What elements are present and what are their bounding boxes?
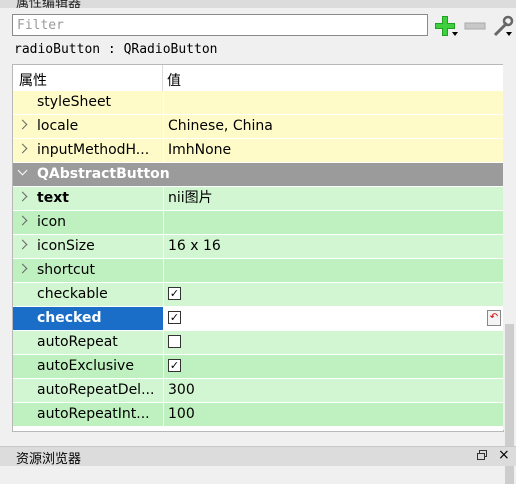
property-value[interactable] <box>163 259 503 282</box>
checkable-checkbox[interactable]: ✓ <box>168 287 181 300</box>
property-name: autoExclusive <box>13 355 163 378</box>
property-row-checked[interactable]: checked ✓ ↶ <box>13 307 503 331</box>
property-row-autoexclusive[interactable]: autoExclusive ✓ <box>13 355 503 379</box>
property-name: autoRepeat <box>13 331 163 354</box>
configure-button[interactable] <box>490 12 516 40</box>
property-row-checkable[interactable]: checkable ✓ <box>13 283 503 307</box>
checked-checkbox[interactable]: ✓ <box>168 311 181 324</box>
section-qabstractbutton[interactable]: QAbstractButton <box>13 163 503 187</box>
property-row-shortcut[interactable]: shortcut <box>13 259 503 283</box>
chevron-down-icon[interactable] <box>17 165 28 176</box>
property-row-autorepeat[interactable]: autoRepeat <box>13 331 503 355</box>
property-row-icon[interactable]: icon <box>13 211 503 235</box>
panel-titlebar: 属性编辑器 <box>0 0 516 8</box>
property-value[interactable] <box>163 211 503 234</box>
property-name: styleSheet <box>13 91 163 114</box>
header-property[interactable]: 属性 <box>19 70 47 90</box>
property-value[interactable]: Chinese, China <box>163 115 503 138</box>
property-name: locale <box>37 118 79 134</box>
vertical-scrollbar[interactable] <box>503 64 516 484</box>
filter-input[interactable] <box>12 14 428 36</box>
dropdown-arrow-icon <box>452 32 458 36</box>
property-name: shortcut <box>37 262 96 278</box>
property-row-inputmethodhints[interactable]: inputMethodH... ImhNone <box>13 139 503 163</box>
autoexclusive-checkbox[interactable]: ✓ <box>168 359 181 372</box>
property-name: text <box>37 190 69 206</box>
property-name: autoRepeatDel... <box>13 379 163 402</box>
reset-property-button[interactable]: ↶ <box>487 310 501 326</box>
chevron-right-icon[interactable] <box>17 143 28 154</box>
property-value[interactable]: 16 x 16 <box>163 235 503 258</box>
dock-title: 资源浏览器 <box>16 452 82 467</box>
property-value[interactable]: 100 <box>163 403 503 426</box>
header-value[interactable]: 值 <box>167 70 181 90</box>
float-icon[interactable] <box>477 450 487 460</box>
autorepeat-checkbox[interactable] <box>168 335 181 348</box>
reset-icon: ↶ <box>489 312 499 323</box>
property-value[interactable] <box>163 91 503 114</box>
chevron-right-icon[interactable] <box>17 191 28 202</box>
remove-property-button[interactable] <box>462 12 488 40</box>
property-name: checked <box>13 307 163 330</box>
dropdown-arrow-icon <box>506 32 512 36</box>
add-property-button[interactable] <box>430 12 460 40</box>
property-name: icon <box>37 214 67 230</box>
property-name: iconSize <box>37 238 95 254</box>
resource-browser-dock: 资源浏览器 × <box>0 446 516 467</box>
panel-title: 属性编辑器 <box>16 0 82 8</box>
chevron-right-icon[interactable] <box>17 239 28 250</box>
property-name: autoRepeatInt... <box>13 403 163 426</box>
property-row-stylesheet[interactable]: styleSheet <box>13 91 503 115</box>
property-row-iconsize[interactable]: iconSize 16 x 16 <box>13 235 503 259</box>
property-value[interactable]: 300 <box>163 379 503 402</box>
minus-icon <box>464 22 486 30</box>
property-name: inputMethodH... <box>37 142 150 158</box>
chevron-right-icon[interactable] <box>17 119 28 130</box>
close-icon[interactable]: × <box>498 447 510 463</box>
property-name: checkable <box>13 283 163 306</box>
grid-header: 属性 值 <box>13 65 503 92</box>
property-grid: 属性 值 styleSheet locale Chinese, China in… <box>12 64 504 432</box>
property-row-locale[interactable]: locale Chinese, China <box>13 115 503 139</box>
property-row-text[interactable]: text nii图片 <box>13 187 503 211</box>
chevron-right-icon[interactable] <box>17 215 28 226</box>
property-value[interactable]: ImhNone <box>163 139 503 162</box>
property-row-autorepeatinterval[interactable]: autoRepeatInt... 100 <box>13 403 503 427</box>
property-row-autorepeatdelay[interactable]: autoRepeatDel... 300 <box>13 379 503 403</box>
section-title: QAbstractButton <box>37 166 170 182</box>
object-class-label: radioButton : QRadioButton <box>14 42 218 57</box>
chevron-right-icon[interactable] <box>17 263 28 274</box>
property-value[interactable]: nii图片 <box>163 187 503 210</box>
